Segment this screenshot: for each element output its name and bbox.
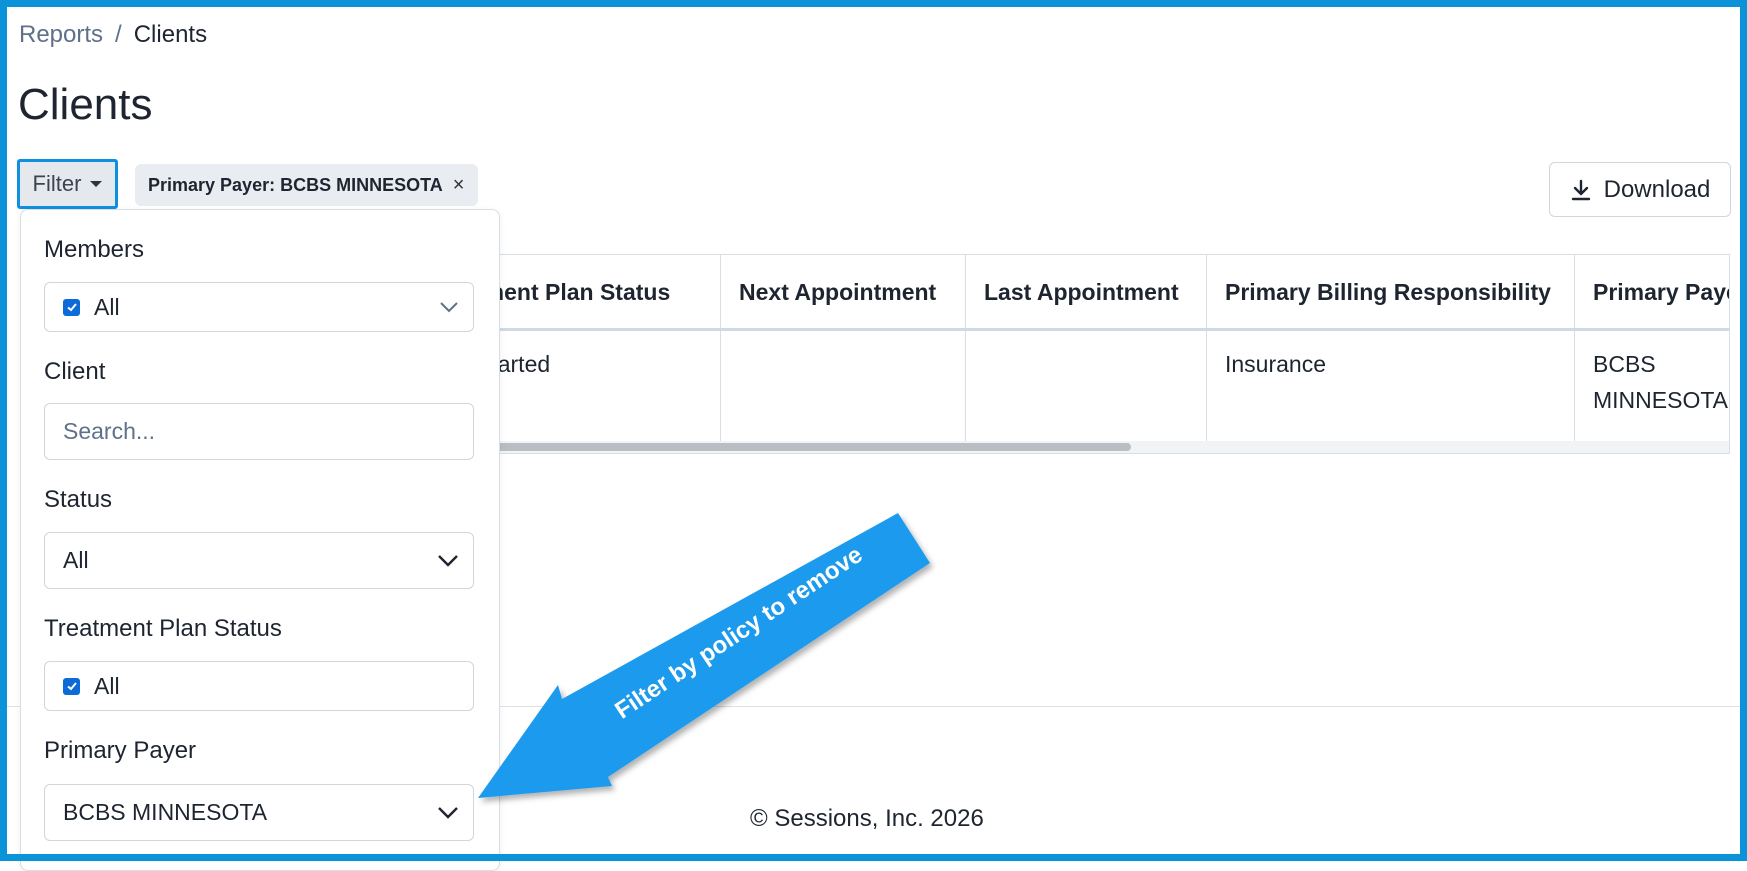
download-button-label: Download [1603, 175, 1711, 203]
breadcrumb-reports-link[interactable]: Reports [19, 21, 103, 48]
download-button[interactable]: Download [1549, 162, 1731, 217]
column-header-next-appointment[interactable]: Next Appointment [720, 255, 965, 329]
table-cell [965, 331, 1206, 443]
filter-button-label: Filter [32, 171, 82, 196]
chevron-down-icon [440, 302, 458, 313]
column-header-primary-payer[interactable]: Primary Paye [1574, 255, 1729, 329]
breadcrumb: Reports / Clients [19, 21, 207, 49]
status-label: Status [44, 486, 113, 513]
treatment-plan-status-select[interactable]: All [44, 661, 474, 711]
column-header-primary-billing-responsibility[interactable]: Primary Billing Responsibility [1206, 255, 1574, 329]
breadcrumb-separator: / [115, 21, 122, 48]
chevron-down-icon [438, 806, 458, 819]
status-value: All [63, 547, 89, 573]
primary-payer-label: Primary Payer [44, 737, 197, 764]
page-title: Clients [18, 80, 153, 129]
annotation-text: Filter by policy to remove [610, 541, 867, 724]
client-label: Client [44, 358, 106, 385]
table-cell: Insurance [1206, 331, 1574, 443]
annotation-arrow: Filter by policy to remove [478, 513, 930, 798]
scrollbar-thumb[interactable] [491, 443, 1131, 451]
filter-dropdown-panel: Members All Client Search... Status All … [20, 209, 500, 871]
table-cell [720, 331, 965, 443]
column-header-treatment-plan-status[interactable]: tment Plan Status [476, 255, 740, 329]
caret-down-icon [90, 181, 103, 187]
client-search-input[interactable]: Search... [44, 403, 474, 460]
table-cell: BCBS MINNESOTA [1574, 331, 1729, 443]
chip-remove-icon[interactable]: × [453, 174, 465, 197]
download-icon [1571, 179, 1590, 200]
treatment-plan-status-label: Treatment Plan Status [44, 615, 282, 642]
primary-payer-value: BCBS MINNESOTA [63, 799, 268, 825]
table-cell: Started [476, 351, 551, 377]
primary-payer-select[interactable]: BCBS MINNESOTA [44, 784, 474, 841]
members-value: All [94, 293, 120, 320]
client-search-placeholder: Search... [63, 418, 156, 444]
status-select[interactable]: All [44, 532, 474, 589]
members-select[interactable]: All [44, 282, 474, 332]
checkbox-checked-icon[interactable] [63, 677, 80, 695]
breadcrumb-current: Clients [133, 21, 208, 48]
chevron-down-icon [438, 554, 458, 567]
checkbox-checked-icon[interactable] [63, 298, 80, 316]
active-filter-chip-label: Primary Payer: BCBS MINNESOTA [148, 174, 443, 195]
active-filter-chip: Primary Payer: BCBS MINNESOTA × [135, 164, 479, 206]
treatment-plan-status-value: All [94, 672, 120, 699]
filter-button[interactable]: Filter [17, 159, 118, 209]
members-label: Members [44, 236, 145, 263]
column-header-last-appointment[interactable]: Last Appointment [965, 255, 1206, 329]
